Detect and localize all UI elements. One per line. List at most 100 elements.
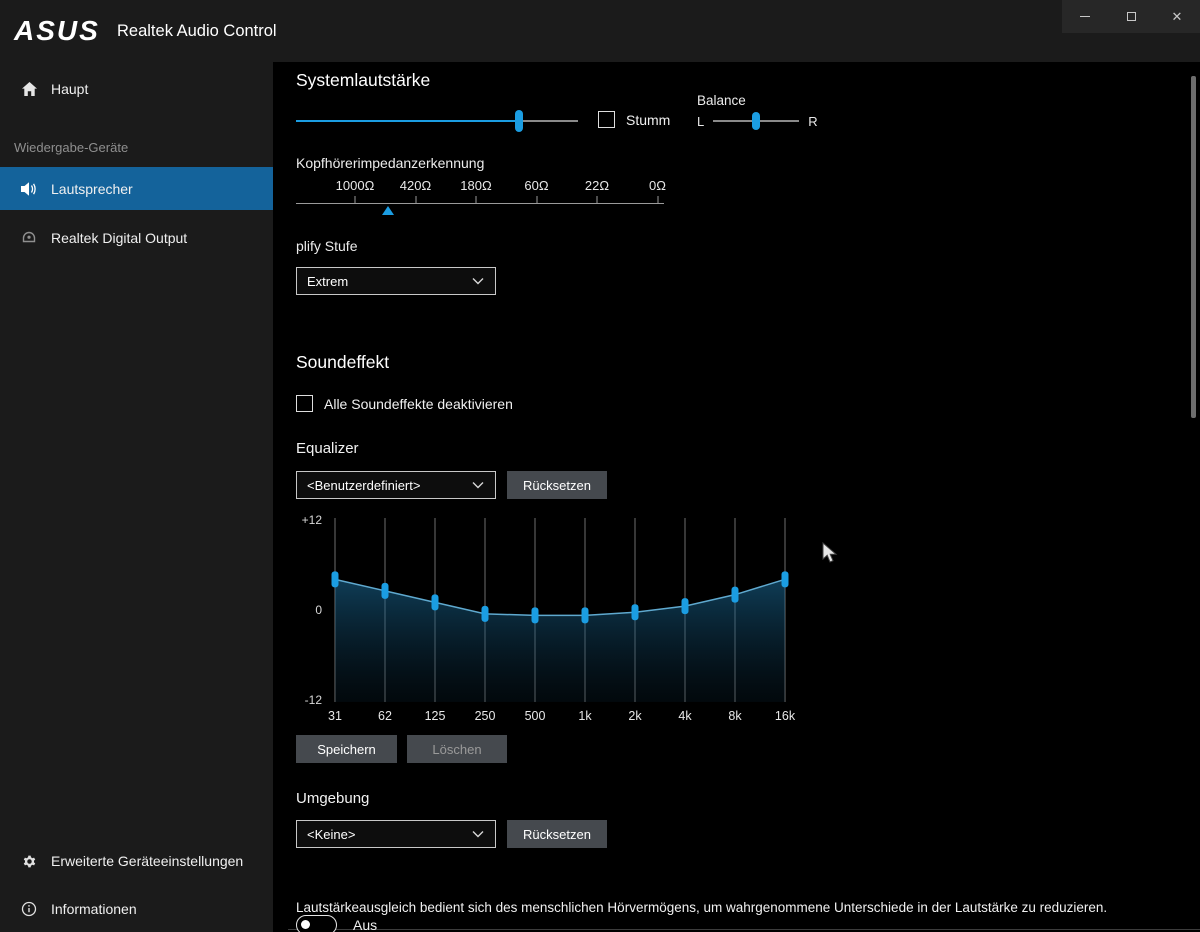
info-icon (20, 901, 38, 917)
environment-dropdown-value: <Keine> (307, 826, 356, 842)
maximize-icon (1126, 12, 1136, 21)
disable-effects-checkbox[interactable] (296, 395, 313, 412)
chevron-down-icon (471, 479, 485, 491)
eq-band-handle[interactable] (481, 605, 489, 622)
mouse-cursor-icon (822, 542, 838, 563)
disable-effects-row: Alle Soundeffekte deaktivieren (296, 395, 513, 412)
eq-freq-label: 8k (728, 709, 742, 723)
balance-right-label: R (808, 113, 818, 129)
impedance-scale: 1000Ω 420Ω 180Ω 60Ω 22Ω 0Ω (296, 178, 666, 224)
equalizer-reset-button[interactable]: Rücksetzen (507, 471, 607, 499)
eq-band-handle[interactable] (631, 604, 639, 621)
sidebar-item-label: Realtek Digital Output (51, 230, 188, 246)
impedance-tick-label: 1000Ω (335, 178, 375, 193)
chevron-down-icon (471, 828, 485, 840)
loudness-toggle-label: Aus (353, 917, 378, 932)
amplify-label: plify Stufe (296, 238, 358, 254)
impedance-tick-label: 60Ω (524, 178, 549, 193)
impedance-baseline (296, 203, 664, 204)
toggle-knob-icon (301, 920, 310, 929)
eq-freq-label: 31 (328, 709, 342, 723)
main-content: Systemlautstärke Stumm Balance L R Kopfh… (273, 62, 1200, 932)
eq-freq-label: 62 (378, 709, 392, 723)
impedance-tick-mark (475, 196, 477, 203)
loudness-toggle-row: Aus (296, 915, 377, 932)
sidebar-item-label: Erweiterte Geräteeinstellungen (51, 853, 244, 869)
equalizer-label: Equalizer (296, 440, 359, 457)
eq-freq-labels: 31 62 125 250 500 1k 2k 4k 8k 16k (296, 709, 836, 727)
spdif-icon (20, 230, 38, 246)
equalizer-graph: +12 0 -12 31 62 125 250 500 1k 2k 4k 8k 16k (296, 512, 856, 734)
equalizer-save-button[interactable]: Speichern (296, 735, 397, 763)
impedance-tick-label: 22Ω (584, 178, 610, 193)
impedance-tick-mark (354, 196, 356, 203)
environment-dropdown[interactable]: <Keine> (296, 820, 496, 848)
equalizer-preset-value: <Benutzerdefiniert> (307, 477, 421, 493)
amplify-dropdown-value: Extrem (307, 273, 349, 289)
disable-effects-label: Alle Soundeffekte deaktivieren (324, 395, 513, 412)
eq-curve-area (335, 579, 785, 702)
home-icon (20, 81, 38, 97)
impedance-tick-label: 0Ω (649, 178, 666, 193)
minimize-button[interactable] (1062, 0, 1108, 33)
mute-label: Stumm (626, 111, 671, 128)
equalizer-preset-dropdown[interactable]: <Benutzerdefiniert> (296, 471, 496, 499)
vertical-scrollbar[interactable] (1191, 76, 1196, 418)
eq-band-handle[interactable] (581, 607, 589, 624)
volume-slider-handle[interactable] (514, 110, 523, 132)
volume-slider[interactable] (296, 108, 578, 134)
eq-band-handle[interactable] (331, 571, 339, 588)
eq-freq-label: 1k (578, 709, 592, 723)
sidebar-item-haupt[interactable]: Haupt (0, 71, 273, 107)
asus-logo: ASUS (14, 15, 100, 46)
section-divider (288, 929, 1200, 930)
eq-freq-label: 250 (474, 709, 496, 723)
sidebar-item-label: Lautsprecher (51, 180, 133, 197)
equalizer-delete-button[interactable]: Löschen (407, 735, 507, 763)
close-button[interactable]: ✕ (1154, 0, 1200, 33)
sidebar-section-playback-devices: Wiedergabe-Geräte (14, 140, 129, 155)
balance-slider[interactable] (713, 108, 800, 134)
impedance-tick-label: 180Ω (460, 178, 492, 193)
system-volume-heading: Systemlautstärke (296, 70, 431, 90)
speaker-icon (20, 181, 38, 197)
impedance-tick-label: 420Ω (399, 178, 432, 193)
eq-band-handle[interactable] (681, 598, 689, 615)
volume-slider-fill (296, 120, 519, 122)
environment-reset-button[interactable]: Rücksetzen (507, 820, 607, 848)
amplify-dropdown[interactable]: Extrem (296, 267, 496, 295)
eq-band-handle[interactable] (381, 582, 389, 599)
balance-left-label: L (697, 113, 705, 129)
eq-freq-label: 500 (524, 709, 546, 723)
equalizer-graph-svg (331, 518, 789, 702)
sidebar: Haupt Wiedergabe-Geräte Lautsprecher Rea… (0, 62, 273, 932)
eq-band-handle[interactable] (431, 594, 439, 611)
balance-slider-handle[interactable] (752, 112, 761, 130)
mute-checkbox-row: Stumm (598, 111, 670, 128)
loudness-toggle[interactable] (296, 915, 337, 932)
minimize-icon (1080, 16, 1090, 17)
impedance-tick-mark (415, 196, 416, 203)
eq-freq-label: 16k (774, 709, 796, 723)
impedance-label: Kopfhörerimpedanzerkennung (296, 155, 485, 171)
eq-freq-label: 2k (628, 709, 642, 723)
chevron-down-icon (471, 275, 485, 287)
sidebar-item-advanced-settings[interactable]: Erweiterte Geräteeinstellungen (0, 843, 273, 879)
maximize-button[interactable] (1108, 0, 1154, 33)
environment-label: Umgebung (296, 790, 370, 807)
app-window: ASUS Realtek Audio Control ✕ Haupt Wiede… (0, 0, 1200, 932)
impedance-marker-icon (382, 206, 394, 215)
eq-band-handle[interactable] (731, 586, 739, 603)
impedance-tick-mark (536, 196, 537, 203)
close-icon: ✕ (1171, 8, 1183, 24)
gear-icon (20, 853, 38, 870)
eq-band-handle[interactable] (781, 571, 789, 588)
sidebar-item-digital-output[interactable]: Realtek Digital Output (0, 220, 273, 256)
balance-label: Balance (697, 93, 746, 108)
mute-checkbox[interactable] (598, 111, 615, 128)
sidebar-item-lautsprecher[interactable]: Lautsprecher (0, 167, 273, 210)
sidebar-item-informationen[interactable]: Informationen (0, 891, 273, 927)
eq-band-handle[interactable] (531, 607, 539, 624)
app-title: Realtek Audio Control (117, 22, 277, 40)
sidebar-item-label: Haupt (51, 81, 89, 97)
